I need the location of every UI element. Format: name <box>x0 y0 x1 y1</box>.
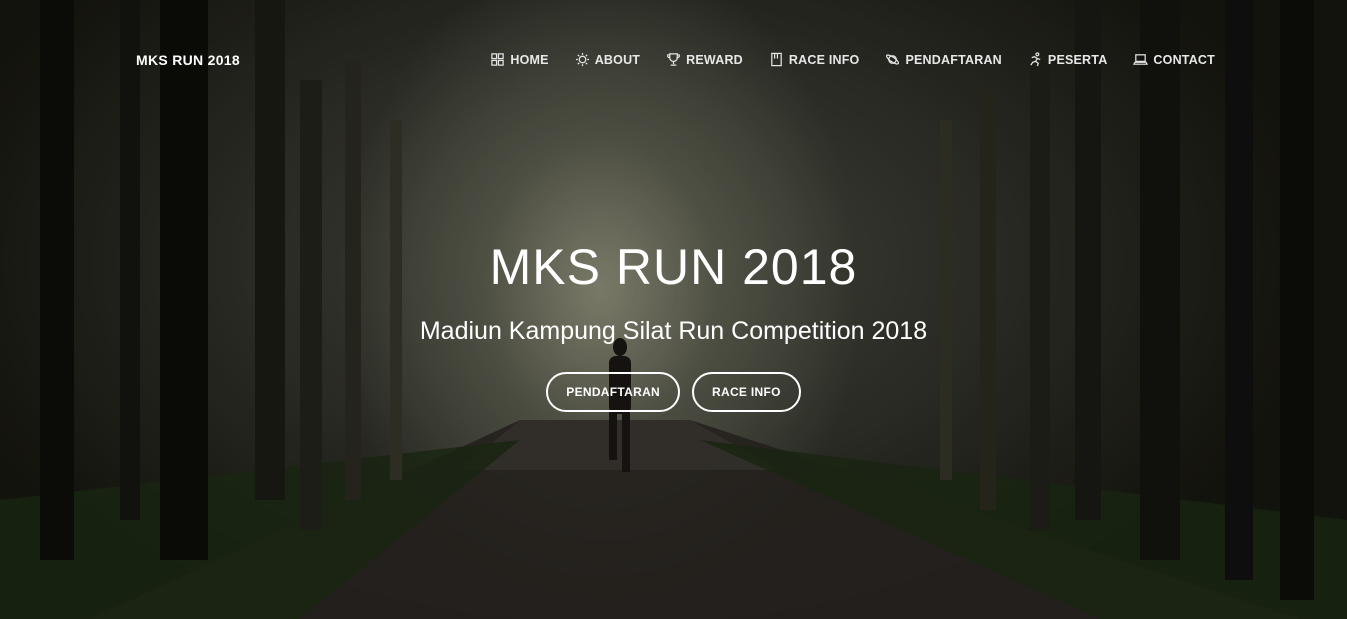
hero-title: MKS RUN 2018 <box>489 239 858 295</box>
nav-reward[interactable]: REWARD <box>666 52 743 67</box>
nav-contact-label: CONTACT <box>1153 52 1215 67</box>
race-info-button[interactable]: RACE INFO <box>692 372 801 412</box>
lightbulb-icon <box>575 52 589 67</box>
top-navbar: MKS RUN 2018 HOME ABOUT REWARD RACE INFO… <box>0 0 1347 120</box>
nav-peserta[interactable]: PESERTA <box>1028 52 1108 67</box>
nav-race-info-label: RACE INFO <box>788 52 860 67</box>
nav-race-info[interactable]: RACE INFO <box>769 52 860 67</box>
planet-icon <box>886 54 900 65</box>
hero-subtitle: Madiun Kampung Silat Run Competition 201… <box>419 317 928 345</box>
nav-contact[interactable]: CONTACT <box>1133 52 1215 67</box>
nav-peserta-label: PESERTA <box>1047 52 1108 67</box>
nav-about[interactable]: ABOUT <box>575 52 640 67</box>
nav-about-label: ABOUT <box>594 52 641 67</box>
trophy-icon <box>667 53 681 66</box>
nav-reward-label: REWARD <box>686 52 743 67</box>
main-nav: HOME ABOUT REWARD RACE INFO PENDAFTARAN … <box>464 52 1215 67</box>
brand-logo[interactable]: MKS RUN 2018 <box>136 52 240 68</box>
nav-home-label: HOME <box>510 52 549 67</box>
nav-pendaftaran[interactable]: PENDAFTARAN <box>885 52 1002 67</box>
laptop-icon <box>1133 54 1149 65</box>
hero-content: MKS RUN 2018 Madiun Kampung Silat Run Co… <box>0 240 1347 412</box>
pendaftaran-button[interactable]: PENDAFTARAN <box>546 372 681 412</box>
hero-actions: PENDAFTARAN RACE INFO <box>0 372 1347 412</box>
grid-icon <box>491 53 505 66</box>
runner-icon <box>1030 52 1041 67</box>
nav-home[interactable]: HOME <box>490 52 549 67</box>
nav-pendaftaran-label: PENDAFTARAN <box>905 52 1002 67</box>
book-icon <box>771 52 782 67</box>
